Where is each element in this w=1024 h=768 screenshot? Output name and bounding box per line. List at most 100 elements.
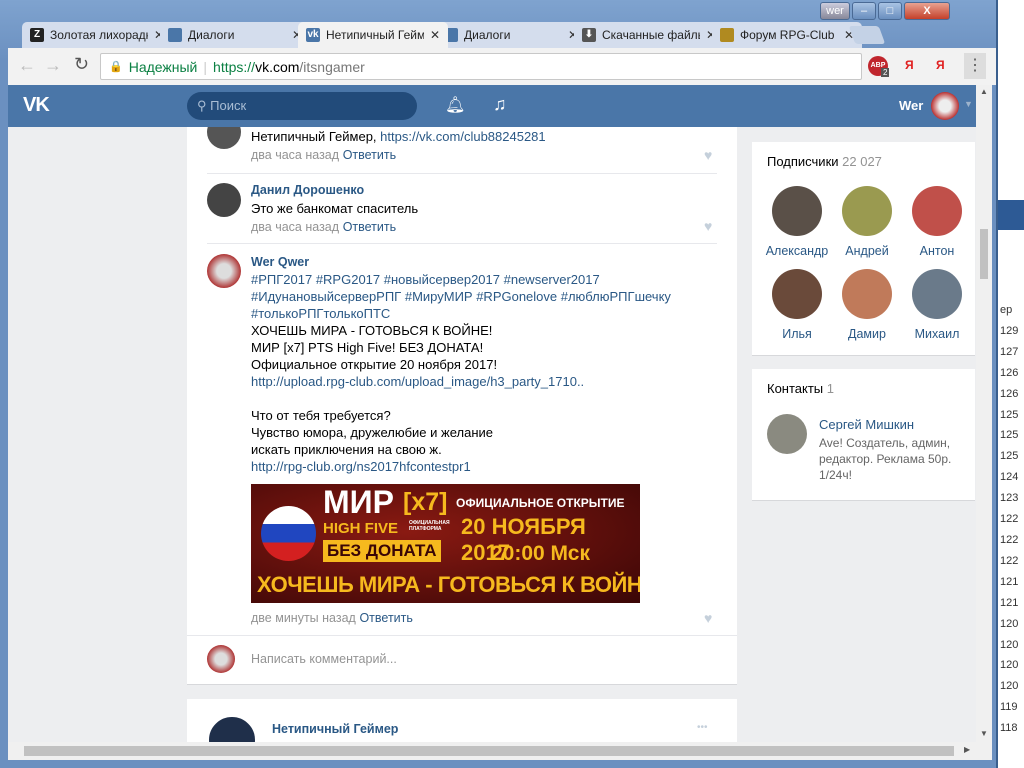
comment-author[interactable]: Данил Дорошенко [251, 183, 364, 197]
like-heart-icon[interactable]: ♥ [704, 147, 712, 163]
follower-name[interactable]: Илья [762, 327, 832, 341]
follower-item[interactable]: Антон [902, 186, 972, 258]
close-button[interactable]: X [904, 2, 950, 20]
follower-item[interactable]: Александр [762, 186, 832, 258]
browser-tab[interactable]: vk Нетипичный Геймер ✕ [298, 22, 448, 48]
follower-avatar[interactable] [772, 186, 822, 236]
browser-tab[interactable]: ⬇ Скачанные файлы ✕ [574, 22, 724, 48]
follower-item[interactable]: Илья [762, 269, 832, 341]
bg-value: 121 [1000, 575, 1019, 588]
contact-avatar[interactable] [767, 414, 807, 454]
url-scheme: https:// [213, 58, 256, 75]
reply-button[interactable]: Ответить [359, 611, 412, 625]
scrollbar-thumb[interactable] [24, 746, 954, 756]
horizontal-scrollbar[interactable]: ▶ [8, 742, 992, 760]
comment-link[interactable]: https://vk.com/club88245281 [380, 129, 546, 144]
comment-line: МИР [x7] PTS High Five! БЕЗ ДОНАТА! [251, 340, 484, 355]
follower-name[interactable]: Антон [902, 244, 972, 258]
follower-name[interactable]: Андрей [832, 244, 902, 258]
follower-item[interactable]: Андрей [832, 186, 902, 258]
follower-avatar[interactable] [772, 269, 822, 319]
maximize-button[interactable]: □ [878, 2, 902, 20]
yandex-icon-2[interactable]: Я [936, 58, 945, 72]
contacts-block: Контакты 1 Сергей Мишкин Ave! Создатель,… [752, 369, 975, 500]
bg-value: 126 [1000, 366, 1019, 379]
minimize-button[interactable]: ‒ [852, 2, 876, 20]
follower-item[interactable]: Михаил [902, 269, 972, 341]
post-author[interactable]: Нетипичный Геймер [272, 722, 398, 736]
tab-favicon-icon: Z [30, 28, 44, 42]
banner-title: МИР [323, 484, 394, 520]
forward-icon[interactable]: → [44, 55, 62, 76]
commenter-avatar[interactable] [207, 254, 241, 288]
follower-name[interactable]: Михаил [902, 327, 972, 341]
comment-link[interactable]: http://upload.rpg-club.com/upload_image/… [251, 373, 721, 390]
new-tab-button[interactable] [848, 26, 886, 44]
music-icon[interactable]: ♫ [493, 94, 507, 115]
follower-name[interactable]: Дамир [832, 327, 902, 341]
contact-name[interactable]: Сергей Мишкин [819, 417, 914, 432]
contacts-title[interactable]: Контакты [767, 381, 823, 396]
scrollbar-thumb[interactable] [980, 229, 988, 279]
followers-title[interactable]: Подписчики [767, 154, 839, 169]
follower-avatar[interactable] [842, 269, 892, 319]
bg-value: 125 [1000, 429, 1019, 442]
back-icon[interactable]: ← [18, 55, 36, 76]
browser-tab[interactable]: Форум RPG-Club ✕ [712, 22, 862, 48]
yandex-icon[interactable]: Я [905, 58, 914, 72]
menu-icon[interactable]: ⋮ [964, 53, 986, 79]
reply-button[interactable]: Ответить [343, 220, 396, 234]
background-window-bar [994, 200, 1024, 230]
banner-platform: ОФИЦИАЛЬНАЯ ПЛАТФОРМА [409, 520, 450, 532]
follower-avatar[interactable] [912, 186, 962, 236]
commenter-avatar[interactable] [207, 183, 241, 217]
comment-time[interactable]: две минуты назад [251, 611, 356, 625]
notifications-bell-icon[interactable]: 🔔︎ [445, 95, 465, 115]
bg-header: ep [1000, 304, 1013, 316]
contact-description: Ave! Создатель, админ, редактор. Реклама… [819, 436, 952, 482]
follower-name[interactable]: Александр [762, 244, 832, 258]
comment-line: Чувство юмора, дружелюбие и желание [251, 425, 493, 440]
my-avatar [207, 645, 235, 673]
like-heart-icon[interactable]: ♥ [704, 610, 712, 626]
browser-tab[interactable]: Диалоги ✕ [160, 22, 310, 48]
commenter-avatar[interactable] [207, 127, 241, 149]
like-heart-icon[interactable]: ♥ [704, 218, 712, 234]
bg-value: 121 [1000, 596, 1019, 609]
follower-item[interactable]: Дамир [832, 269, 902, 341]
vk-logo[interactable]: VK [23, 94, 50, 117]
user-profile-button[interactable]: wer [820, 2, 850, 20]
chevron-down-icon[interactable]: ▼ [964, 99, 973, 109]
comment-author[interactable]: Wer Qwer [251, 254, 721, 271]
follower-avatar[interactable] [912, 269, 962, 319]
comment-time[interactable]: два часа назад [251, 220, 339, 234]
reload-icon[interactable]: ↻ [74, 54, 89, 75]
bg-value: 120 [1000, 617, 1019, 630]
follower-avatar[interactable] [842, 186, 892, 236]
reply-button[interactable]: Ответить [343, 148, 396, 162]
user-name[interactable]: Wer [899, 98, 923, 113]
comment-body: Wer Qwer #РПГ2017 #RPG2017 #новыйсервер2… [251, 254, 721, 475]
comment-link[interactable]: http://rpg-club.org/ns2017hfcontestpr1 [251, 458, 721, 475]
banner-time: 20:00 Мск [491, 542, 590, 565]
search-input[interactable]: ⚲ Поиск [187, 92, 417, 120]
url-path: /itsngamer [299, 58, 365, 75]
hashtags[interactable]: #ИдунановыйсерверРПГ #МируМИР #RPGonelov… [251, 288, 721, 305]
banner-image[interactable]: МИР [x7] HIGH FIVE ОФИЦИАЛЬНАЯ ПЛАТФОРМА… [251, 484, 640, 603]
tab-title: Скачанные файлы [602, 28, 700, 42]
group-avatar[interactable] [207, 715, 257, 742]
hashtags[interactable]: #толькоРПГтолькоПТС [251, 305, 721, 322]
hashtags[interactable]: #РПГ2017 #RPG2017 #новыйсервер2017 #news… [251, 271, 721, 288]
bg-value: 123 [1000, 492, 1019, 505]
comment-input[interactable]: Написать комментарий... [251, 652, 397, 666]
comment-time[interactable]: два часа назад [251, 148, 339, 162]
secure-label: Надежный [128, 58, 198, 75]
vertical-scrollbar[interactable]: ▲ ▼ [976, 85, 992, 742]
browser-tab[interactable]: Z Золотая лихорадка ✕ [22, 22, 172, 48]
user-avatar[interactable] [931, 92, 959, 120]
address-bar[interactable]: 🔒 Надежный | https://vk.com/itsngamer [100, 53, 862, 80]
more-options-icon[interactable]: ••• [697, 722, 708, 733]
browser-tab[interactable]: Диалоги ✕ [436, 22, 586, 48]
tab-close-icon[interactable]: ✕ [430, 28, 440, 42]
followers-count: 22 027 [842, 154, 882, 169]
